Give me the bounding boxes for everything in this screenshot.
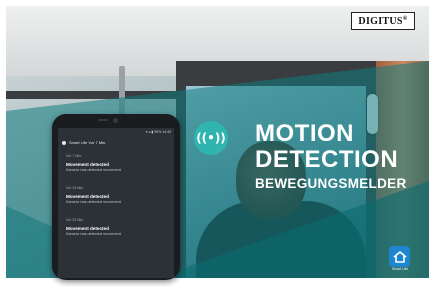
- trademark: ®: [402, 15, 408, 22]
- notification-header: Smart Life Vor 7 Min.: [62, 140, 106, 145]
- notification-item[interactable]: Vor 19 Min. Movement detected Kamera has…: [66, 186, 170, 204]
- phone-status-bar: ▾ ◂ ▮ 96% 14:49: [145, 130, 171, 134]
- notification-time: Vor 7 Min.: [66, 154, 83, 158]
- notification-item[interactable]: Vor 22 Min. Movement detected Kamera has…: [66, 218, 170, 236]
- motion-sensor-icon: ((•)): [194, 121, 228, 155]
- headline-subtitle: BEWEGUNGSMELDER: [255, 176, 407, 191]
- notification-time: Vor 19 Min.: [66, 186, 85, 190]
- app-dot-icon: [62, 140, 66, 145]
- phone-camera-icon: [113, 118, 118, 123]
- notification-body: Kamera has detected movement: [66, 168, 121, 172]
- notification-title: Movement detected: [66, 194, 109, 199]
- headline-line1: MOTION: [255, 120, 354, 147]
- notification-time: Vor 22 Min.: [66, 218, 85, 222]
- notification-title: Movement detected: [66, 226, 109, 231]
- phone-speaker: [98, 119, 108, 121]
- phone-screen: ▾ ◂ ▮ 96% 14:49 Smart Life Vor 7 Min. Vo…: [58, 128, 174, 278]
- home-icon: [392, 250, 407, 263]
- headline-line2: DETECTION: [255, 146, 399, 173]
- smart-life-app-icon: [389, 246, 410, 267]
- motion-icon-glyph: ((•)): [196, 131, 226, 145]
- notification-body: Kamera has detected movement: [66, 232, 121, 236]
- logo-text: DIGITUS: [358, 15, 403, 27]
- notification-item[interactable]: Vor 7 Min. Movement detected Kamera has …: [66, 154, 170, 172]
- digitus-logo: DIGITUS ®: [351, 12, 415, 30]
- notification-body: Kamera has detected movement: [66, 200, 121, 204]
- notification-header-text: Smart Life Vor 7 Min.: [69, 140, 107, 145]
- ad-banner: DIGITUS ® ((•)) MOTION DETECTION BEWEGUNG…: [0, 0, 435, 287]
- app-icon-label: Smart Life: [392, 267, 408, 271]
- notification-title: Movement detected: [66, 162, 109, 167]
